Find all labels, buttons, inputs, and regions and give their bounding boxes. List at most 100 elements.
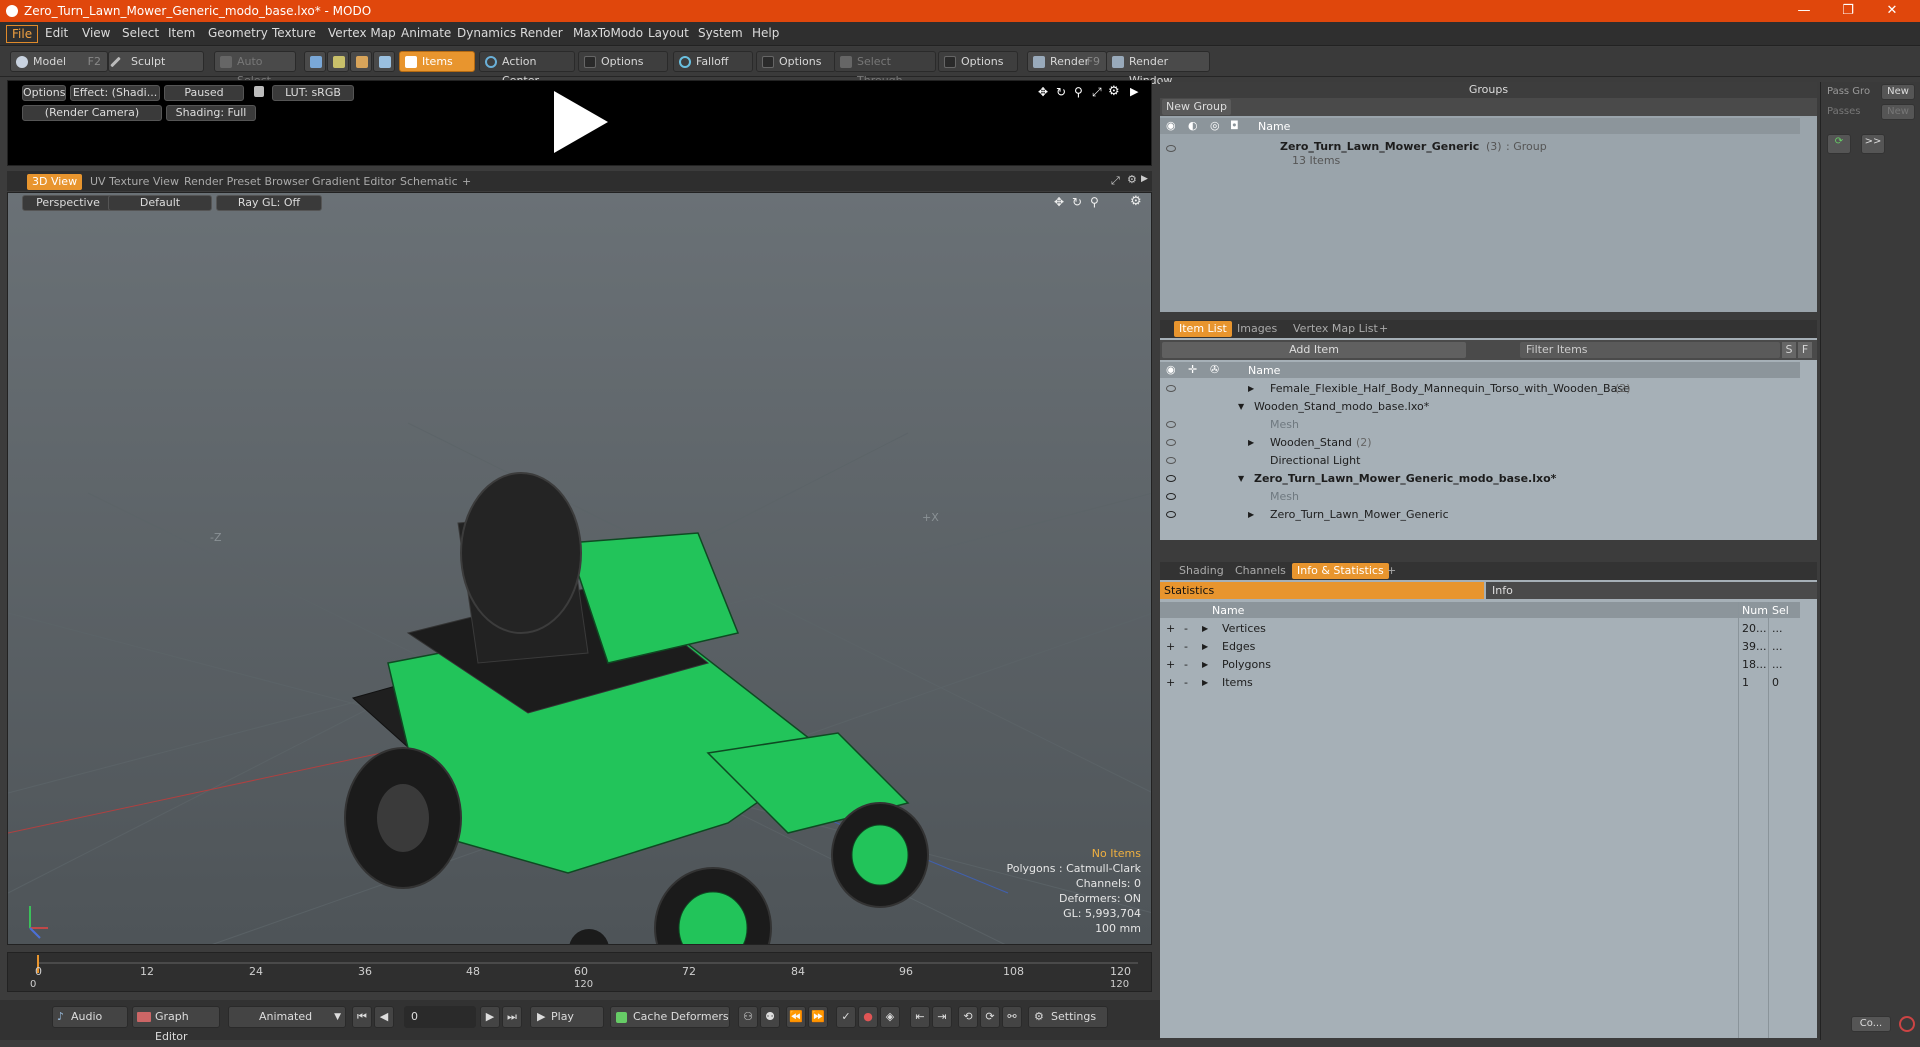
list-item[interactable]: ▶ Female_Flexible_Half_Body_Mannequin_To… [1160, 380, 1817, 398]
f-toggle[interactable]: F [1798, 342, 1812, 358]
prev-key-icon[interactable]: ⏪ [786, 1006, 806, 1028]
co-button[interactable]: Co... [1851, 1016, 1891, 1032]
falloff-options[interactable]: Options [756, 51, 836, 72]
stats-row[interactable]: + - ▶ Polygons 18... ... [1160, 656, 1817, 674]
select-edges-button[interactable] [327, 51, 349, 72]
bounce-icon[interactable]: ⟳ [980, 1006, 1000, 1028]
animated-dropdown[interactable]: Animated ▼ [228, 1006, 346, 1028]
select-vertices-button[interactable] [304, 51, 326, 72]
expand-arrow-icon[interactable]: ▶ [1202, 620, 1208, 638]
cache-deformers-button[interactable]: Cache Deformers [610, 1006, 730, 1028]
tab-item-list[interactable]: Item List [1174, 321, 1232, 337]
loop-icon[interactable]: ⟲ [958, 1006, 978, 1028]
lock-icon[interactable] [254, 86, 264, 97]
expand-icon[interactable]: ⤢ [1111, 174, 1120, 188]
range-end-icon[interactable]: ⇥ [932, 1006, 952, 1028]
list-item[interactable]: ▼ Zero_Turn_Lawn_Mower_Generic_modo_base… [1160, 470, 1817, 488]
graph-editor-button[interactable]: Graph Editor [132, 1006, 220, 1043]
record-icon[interactable]: ● [858, 1006, 878, 1028]
menu-dynamics[interactable]: Dynamics [457, 26, 516, 40]
key-icon[interactable]: ⚇ [738, 1006, 758, 1028]
eye-icon[interactable] [1166, 457, 1176, 464]
menu-select[interactable]: Select [122, 26, 159, 40]
3d-viewport[interactable]: Perspective Default Ray GL: Off ✥ ↻ ⚲ ⚙ [7, 192, 1152, 945]
step-forward-icon[interactable]: ▶ [480, 1006, 500, 1028]
play-icon[interactable] [544, 87, 614, 157]
select-materials-button[interactable] [373, 51, 395, 72]
timeline[interactable]: 0 12 24 36 48 60 72 84 96 108 120 0 120 … [7, 952, 1152, 992]
menu-help[interactable]: Help [752, 26, 779, 40]
model-button[interactable]: Model F2 [10, 51, 108, 72]
tab-uv-texture-view[interactable]: UV Texture View [85, 174, 184, 190]
new-pass-group-button[interactable]: New [1881, 84, 1915, 100]
lut-dropdown[interactable]: LUT: sRGB [272, 85, 354, 101]
eye-icon[interactable] [1166, 511, 1176, 518]
auto-key-icon[interactable]: ✓ [836, 1006, 856, 1028]
lawn-mower-model[interactable] [344, 472, 929, 945]
link-icon[interactable]: ⚯ [1002, 1006, 1022, 1028]
plus-icon[interactable]: + [1166, 620, 1175, 638]
plus-icon[interactable]: + [1166, 656, 1175, 674]
render-window-button[interactable]: Render Window [1106, 51, 1210, 87]
expand-icon[interactable]: ⤢ [1092, 85, 1102, 100]
paused-button[interactable]: Paused [164, 85, 244, 101]
preview-options-button[interactable]: Options [22, 85, 66, 101]
action-center-options[interactable]: Options [578, 51, 668, 72]
stop-icon[interactable] [1899, 1016, 1915, 1032]
go-start-icon[interactable]: ⏮ [352, 1006, 372, 1028]
refresh-icon[interactable]: ⟳ [1827, 134, 1851, 154]
plus-icon[interactable]: + [1166, 674, 1175, 692]
sculpt-button[interactable]: Sculpt [108, 51, 204, 72]
new-pass-button[interactable]: New [1881, 104, 1915, 120]
tab-images[interactable]: Images [1232, 321, 1282, 337]
next-key-icon[interactable]: ⏩ [808, 1006, 828, 1028]
more-button[interactable]: >> [1861, 134, 1885, 154]
set-key-icon[interactable]: ◈ [880, 1006, 900, 1028]
key-options-icon[interactable]: ⚉ [760, 1006, 780, 1028]
frame-input[interactable]: 0 [404, 1006, 476, 1028]
group-row[interactable]: Zero_Turn_Lawn_Mower_Generic (3) : Group… [1160, 138, 1817, 168]
list-item[interactable]: ▶ Wooden_Stand (2) [1160, 434, 1817, 452]
settings-button[interactable]: ⚙ Settings [1028, 1006, 1108, 1028]
add-tab-button[interactable]: + [1382, 563, 1401, 579]
plus-icon[interactable]: + [1166, 638, 1175, 656]
menu-system[interactable]: System [698, 26, 743, 40]
auto-select-button[interactable]: Auto Select [214, 51, 296, 87]
go-end-icon[interactable]: ⏭ [502, 1006, 522, 1028]
eye-icon[interactable] [1166, 145, 1176, 152]
menu-edit[interactable]: Edit [45, 26, 68, 40]
menu-texture[interactable]: Texture [272, 26, 316, 40]
list-item[interactable]: Mesh [1160, 488, 1817, 506]
step-back-icon[interactable]: ◀ [374, 1006, 394, 1028]
list-item[interactable]: Mesh [1160, 416, 1817, 434]
tab-channels[interactable]: Channels [1230, 563, 1291, 579]
collapse-arrow-icon[interactable]: ▼ [1238, 398, 1244, 416]
stats-row[interactable]: + - ▶ Items 1 0 [1160, 674, 1817, 692]
select-polygons-button[interactable] [350, 51, 372, 72]
select-through-button[interactable]: Select Through [834, 51, 936, 87]
filter-items-input[interactable]: Filter Items [1520, 342, 1780, 358]
expand-arrow-icon[interactable]: ▶ [1248, 506, 1254, 524]
menu-file[interactable]: File [6, 25, 39, 43]
minus-icon[interactable]: - [1184, 620, 1188, 638]
range-start-icon[interactable]: ⇤ [910, 1006, 930, 1028]
stats-row[interactable]: + - ▶ Edges 39... ... [1160, 638, 1817, 656]
new-group-button[interactable]: New Group [1162, 99, 1231, 115]
info-section-tab[interactable]: Info [1486, 582, 1817, 599]
effect-dropdown[interactable]: Effect: (Shadi... [70, 85, 160, 101]
add-item-dropdown[interactable]: Add Item [1162, 342, 1466, 358]
tab-vertex-map-list[interactable]: Vertex Map List [1288, 321, 1383, 337]
list-item[interactable]: ▼ Wooden_Stand_modo_base.lxo* [1160, 398, 1817, 416]
list-item[interactable]: ▶ Zero_Turn_Lawn_Mower_Generic [1160, 506, 1817, 524]
rotate-view-icon[interactable]: ↻ [1056, 85, 1066, 99]
tab-render-preset-browser[interactable]: Render Preset Browser [179, 174, 314, 190]
add-tab-button[interactable]: + [1374, 321, 1393, 337]
close-button[interactable]: ✕ [1870, 0, 1914, 22]
arrow-right-icon[interactable]: ▶ [1141, 174, 1148, 184]
gear-icon[interactable]: ⚙ [1127, 173, 1137, 186]
menu-layout[interactable]: Layout [648, 26, 689, 40]
list-item[interactable]: Directional Light [1160, 452, 1817, 470]
menu-geometry[interactable]: Geometry [208, 26, 268, 40]
items-mode-button[interactable]: Items [399, 51, 475, 72]
eye-icon[interactable] [1166, 439, 1176, 446]
